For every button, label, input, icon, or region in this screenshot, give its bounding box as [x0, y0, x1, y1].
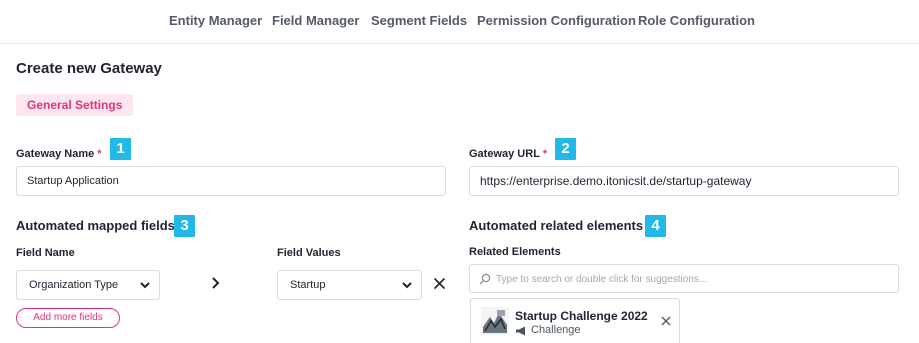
required-asterisk: *	[542, 148, 548, 160]
related-elements-label: Related Elements	[469, 246, 561, 258]
field-value-select[interactable]: Startup	[277, 270, 422, 300]
gateway-name-input[interactable]: Startup Application	[16, 166, 446, 196]
tab-entity-manager[interactable]: Entity Manager	[169, 13, 262, 28]
field-name-label: Field Name	[16, 247, 75, 259]
gateway-name-label: Gateway Name *	[16, 148, 102, 160]
gateway-url-input[interactable]: https://enterprise.demo.itonicsit.de/sta…	[469, 166, 899, 196]
field-values-label: Field Values	[277, 247, 341, 259]
tab-permission-configuration[interactable]: Permission Configuration	[477, 13, 636, 28]
gateway-url-label-text: Gateway URL	[469, 148, 540, 160]
chevron-down-icon	[140, 282, 150, 289]
add-more-fields-button[interactable]: Add more fields	[16, 308, 120, 328]
required-asterisk: *	[97, 148, 102, 160]
annotation-badge-1: 1	[110, 138, 131, 160]
page-title: Create new Gateway	[16, 60, 162, 77]
field-value-selected-value: Startup	[290, 279, 326, 291]
related-element-type: Challenge	[531, 324, 581, 336]
annotation-badge-4: 4	[645, 215, 666, 237]
tab-role-configuration[interactable]: Role Configuration	[638, 13, 755, 28]
related-elements-heading: Automated related elements	[469, 218, 644, 233]
megaphone-icon	[516, 326, 525, 336]
tab-field-manager[interactable]: Field Manager	[272, 13, 359, 28]
mapped-fields-heading: Automated mapped fields	[16, 218, 175, 233]
gateway-url-label: Gateway URL *	[469, 148, 547, 160]
chevron-right-icon	[212, 277, 220, 289]
related-elements-search[interactable]	[469, 264, 899, 293]
chevron-down-icon	[402, 282, 412, 289]
tab-segment-fields[interactable]: Segment Fields	[371, 13, 467, 28]
search-icon	[479, 273, 491, 285]
field-name-selected-value: Organization Type	[29, 279, 119, 291]
related-element-title: Startup Challenge 2022	[515, 309, 648, 323]
annotation-badge-2: 2	[555, 138, 576, 160]
tab-general-settings[interactable]: General Settings	[16, 94, 134, 116]
remove-field-icon[interactable]	[433, 277, 446, 290]
top-navigation: Entity Manager Field Manager Segment Fie…	[0, 0, 919, 44]
gateway-name-label-text: Gateway Name	[16, 148, 95, 160]
related-element-chip[interactable]: Startup Challenge 2022 Challenge	[470, 298, 680, 343]
field-name-select[interactable]: Organization Type	[16, 270, 160, 300]
annotation-badge-3: 3	[174, 215, 195, 237]
element-thumbnail-image	[481, 307, 509, 335]
remove-element-icon[interactable]	[661, 316, 671, 326]
related-elements-search-input[interactable]	[496, 268, 891, 290]
